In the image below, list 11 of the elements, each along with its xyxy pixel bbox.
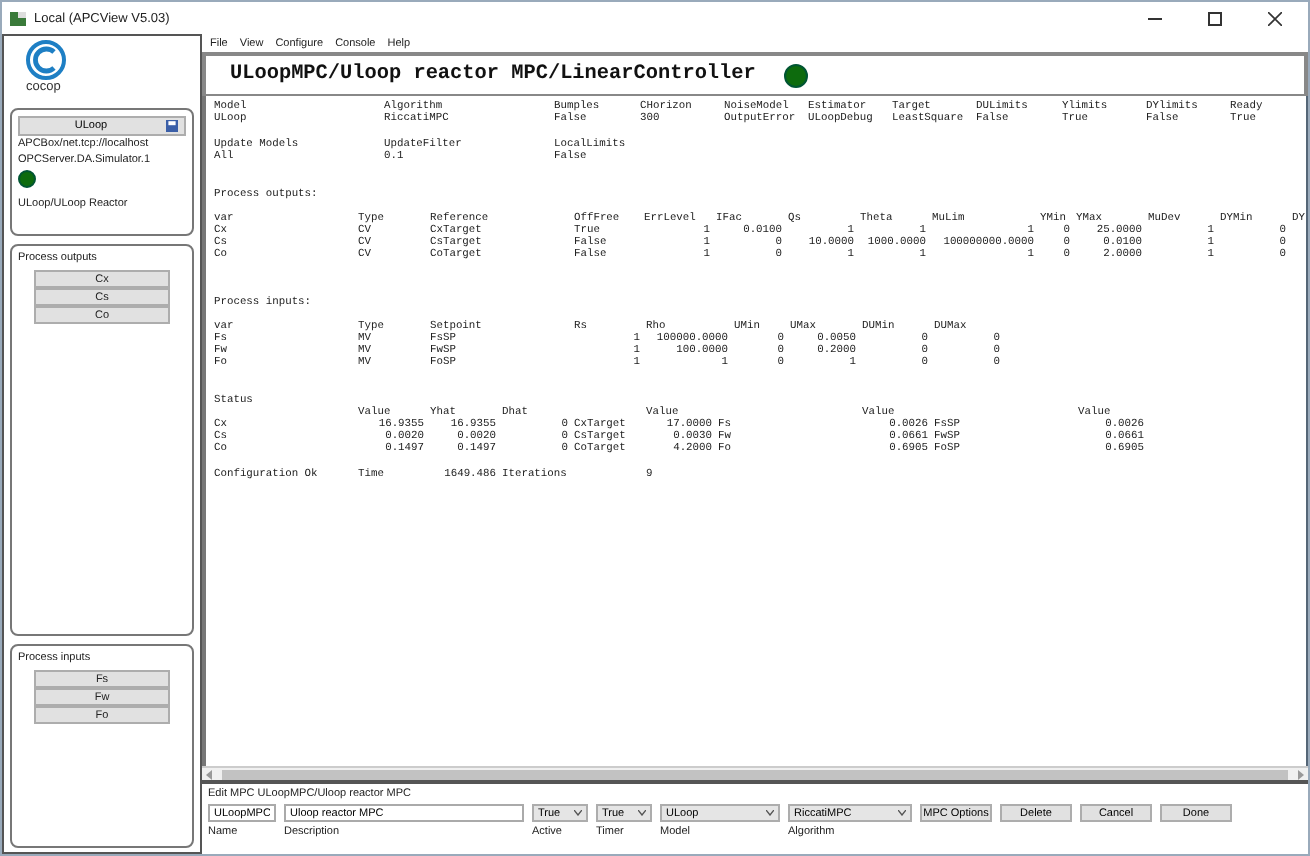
close-icon[interactable] bbox=[1267, 11, 1281, 25]
save-icon[interactable] bbox=[166, 120, 178, 132]
app-icon bbox=[10, 11, 26, 25]
controller-title: ULoopMPC/Uloop reactor MPC/LinearController bbox=[230, 64, 756, 86]
caret-icon bbox=[638, 810, 646, 816]
logo-icon bbox=[26, 40, 66, 80]
caret-icon bbox=[574, 810, 582, 816]
minimize-icon[interactable] bbox=[1147, 17, 1161, 19]
caret-icon bbox=[766, 810, 774, 816]
maximize-icon[interactable] bbox=[1207, 11, 1221, 25]
caret-icon bbox=[898, 810, 906, 816]
